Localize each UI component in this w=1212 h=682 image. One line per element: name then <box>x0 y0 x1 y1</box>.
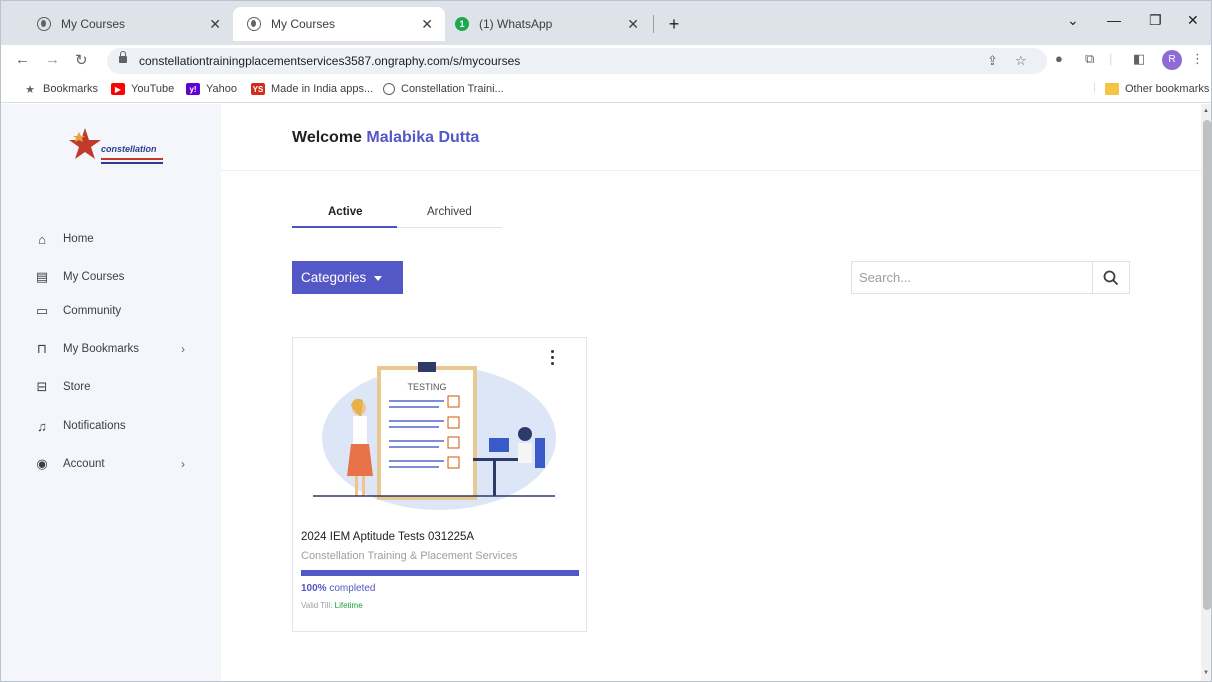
progress-text: 100% completed <box>301 583 376 594</box>
tab-whatsapp[interactable]: 1 (1) WhatsApp ✕ <box>441 9 651 39</box>
reload-icon[interactable]: ↻ <box>75 51 88 69</box>
tab-search-icon[interactable]: ⌄ <box>1067 12 1079 29</box>
course-card[interactable]: TESTING 2024 IEM Aptitude Tests 031225A … <box>292 337 587 632</box>
minimize-icon[interactable]: — <box>1107 12 1121 28</box>
bell-icon: ♫ <box>37 418 47 434</box>
restore-icon[interactable]: ❐ <box>1149 12 1162 29</box>
lock-icon <box>119 51 127 63</box>
globe-icon <box>37 17 51 31</box>
bookmarks-divider: | <box>1093 81 1096 93</box>
active-tab-indicator <box>292 226 397 228</box>
address-bar[interactable]: constellationtrainingplacementservices35… <box>107 48 1047 74</box>
courses-icon: ▤ <box>35 269 49 284</box>
testing-label: TESTING <box>407 382 446 392</box>
categories-dropdown[interactable]: Categories <box>292 261 403 294</box>
constellation-logo[interactable]: constellation <box>67 124 167 172</box>
close-window-icon[interactable]: ✕ <box>1187 12 1199 29</box>
header-divider <box>221 170 1201 171</box>
progress-fill <box>301 570 579 576</box>
course-progress-bar <box>301 570 579 576</box>
toolbar-divider: | <box>1109 51 1113 66</box>
sidebar: constellation ⌂ Home ▤ My Courses ▭ Comm… <box>1 104 221 681</box>
bookmarks-bar: ★ Bookmarks ▶ YouTube y! Yahoo YS Made i… <box>1 77 1211 103</box>
bookmark-made-in-india[interactable]: YS Made in India apps... <box>251 83 373 95</box>
sidebar-item-my-bookmarks[interactable]: ⊓ My Bookmarks › <box>35 341 195 356</box>
caret-down-icon <box>374 275 383 281</box>
scroll-down-icon[interactable]: ▼ <box>1203 670 1209 676</box>
tab-my-courses-1[interactable]: My Courses ✕ <box>23 9 233 39</box>
globe-icon <box>247 17 261 31</box>
profile-avatar[interactable]: R <box>1162 50 1182 70</box>
search-button[interactable] <box>1092 262 1129 293</box>
sidebar-item-home[interactable]: ⌂ Home <box>35 231 195 247</box>
url-text[interactable]: constellationtrainingplacementservices35… <box>139 54 520 68</box>
bookmark-bookmarks[interactable]: ★ Bookmarks <box>23 83 98 96</box>
user-name: Malabika Dutta <box>366 129 480 146</box>
close-icon[interactable]: ✕ <box>421 16 433 33</box>
home-icon: ⌂ <box>38 231 46 247</box>
bookmark-youtube[interactable]: ▶ YouTube <box>111 83 174 95</box>
forward-icon[interactable]: → <box>45 51 60 68</box>
course-thumbnail: TESTING <box>313 362 556 510</box>
course-title[interactable]: 2024 IEM Aptitude Tests 031225A <box>301 531 474 543</box>
community-icon: ▭ <box>35 303 49 318</box>
menu-icon[interactable]: ⋮ <box>1191 51 1204 67</box>
course-menu-icon[interactable] <box>545 348 561 368</box>
sidebar-item-account[interactable]: ◉ Account › <box>35 456 195 471</box>
tab-active[interactable]: Active <box>328 206 363 218</box>
search-icon <box>1103 270 1119 285</box>
tab-title: My Courses <box>271 17 336 31</box>
sidebar-item-my-courses[interactable]: ▤ My Courses <box>35 269 195 284</box>
bookmark-constellation[interactable]: Constellation Traini... <box>383 83 504 95</box>
page-scrollbar[interactable]: ▲ ▼ <box>1201 104 1211 681</box>
sidebar-item-notifications[interactable]: ♫ Notifications <box>35 418 195 434</box>
scroll-thumb[interactable] <box>1203 120 1211 610</box>
course-tabs: Active Archived <box>292 202 502 228</box>
bookmark-other[interactable]: Other bookmarks <box>1105 83 1209 95</box>
close-icon[interactable]: ✕ <box>209 16 221 33</box>
star-icon: ★ <box>25 83 35 96</box>
page-content: constellation ⌂ Home ▤ My Courses ▭ Comm… <box>1 104 1201 681</box>
globe-icon <box>383 83 395 95</box>
scroll-up-icon[interactable]: ▲ <box>1203 108 1209 114</box>
bookmark-star-icon[interactable]: ☆ <box>1015 53 1027 69</box>
account-icon: ◉ <box>36 456 48 471</box>
whatsapp-icon: 1 <box>455 17 469 31</box>
browser-toolbar: ← → ↻ constellationtrainingplacementserv… <box>1 45 1211 77</box>
close-icon[interactable]: ✕ <box>627 16 639 33</box>
side-panel-icon[interactable]: ◧ <box>1133 51 1145 67</box>
tab-strip: My Courses ✕ My Courses ✕ 1 (1) WhatsApp… <box>1 1 1211 45</box>
sidebar-item-community[interactable]: ▭ Community <box>35 303 195 318</box>
ys-icon: YS <box>251 83 265 95</box>
main-content: Welcome Malabika Dutta Active Archived C… <box>221 104 1201 681</box>
logo-text: constellation <box>101 144 157 154</box>
bookmark-icon: ⊓ <box>36 341 48 356</box>
course-provider: Constellation Training & Placement Servi… <box>301 550 518 562</box>
new-tab-button[interactable]: + <box>663 13 685 35</box>
search-input[interactable] <box>852 262 1092 293</box>
store-icon: ⊟ <box>36 379 48 394</box>
search-box <box>851 261 1130 294</box>
tab-my-courses-2[interactable]: My Courses ✕ <box>233 7 445 41</box>
chevron-right-icon: › <box>181 457 185 471</box>
page-title: Welcome Malabika Dutta <box>292 129 480 146</box>
tab-title: (1) WhatsApp <box>479 17 553 31</box>
browser-window: My Courses ✕ My Courses ✕ 1 (1) WhatsApp… <box>0 0 1212 682</box>
youtube-icon: ▶ <box>111 83 125 95</box>
tab-separator <box>653 15 654 33</box>
tab-title: My Courses <box>61 17 126 31</box>
validity-text: Valid Till: Lifetime <box>301 601 363 610</box>
extension-icon[interactable]: ● <box>1055 51 1063 66</box>
sidebar-item-store[interactable]: ⊟ Store <box>35 379 195 394</box>
tab-archived[interactable]: Archived <box>427 206 472 218</box>
yahoo-icon: y! <box>186 83 200 95</box>
puzzle-icon[interactable]: ⧉ <box>1085 51 1094 67</box>
share-icon[interactable]: ⇪ <box>987 53 998 69</box>
bookmark-yahoo[interactable]: y! Yahoo <box>186 83 237 95</box>
chevron-right-icon: › <box>181 342 185 356</box>
folder-icon <box>1105 83 1119 95</box>
back-icon[interactable]: ← <box>15 51 30 68</box>
